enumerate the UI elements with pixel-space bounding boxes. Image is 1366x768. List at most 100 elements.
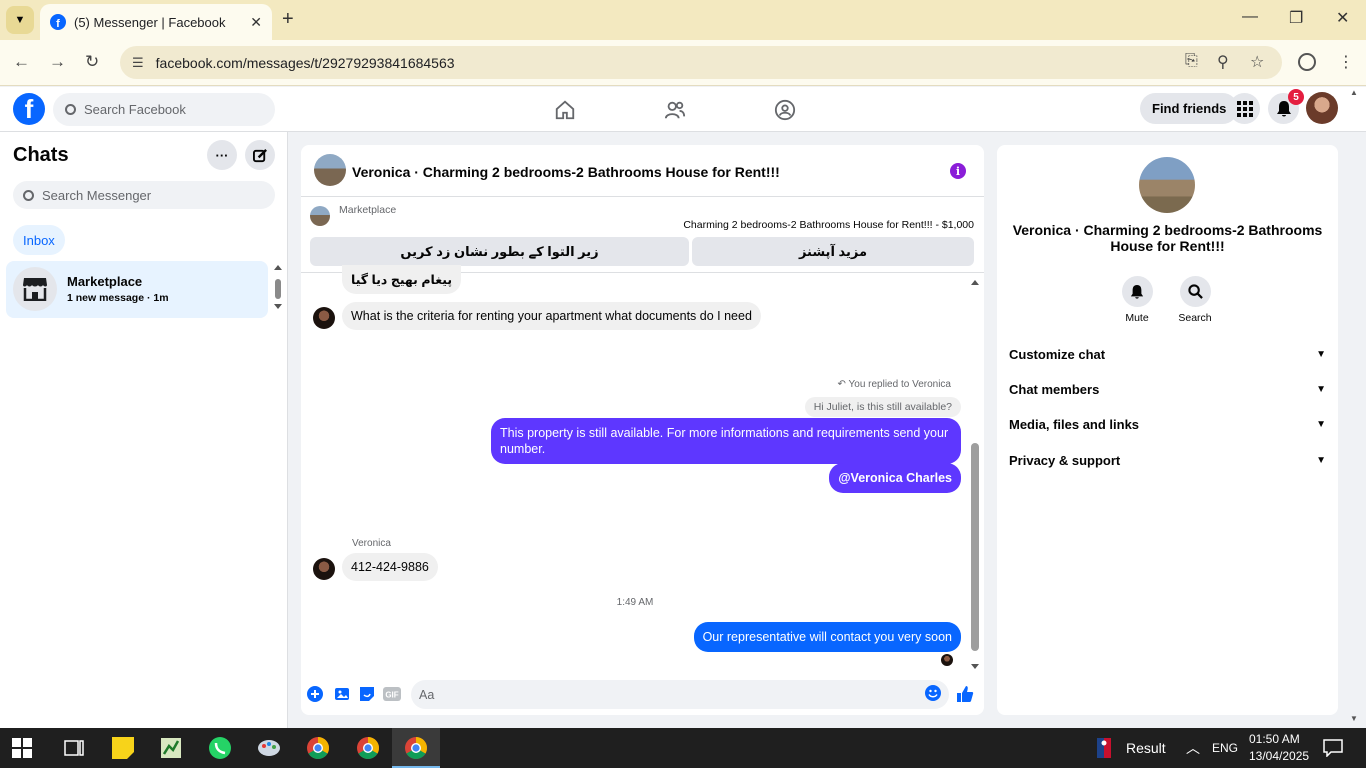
tab-close-icon[interactable]: ✕ xyxy=(250,14,262,31)
groups-icon[interactable] xyxy=(774,99,796,121)
tray-chevron-up-icon[interactable]: ︿ xyxy=(1186,738,1200,758)
section-label: Privacy & support xyxy=(1009,452,1121,468)
notification-center-icon[interactable] xyxy=(1323,739,1343,757)
sticker-icon[interactable] xyxy=(358,685,376,703)
media-files-links-section[interactable]: Media, files and links ▼ xyxy=(1009,414,1326,434)
widget-result-text[interactable]: Result xyxy=(1126,740,1166,756)
chevron-down-icon: ▼ xyxy=(1316,348,1326,360)
menu-grid-icon[interactable] xyxy=(1229,93,1260,124)
more-options-button[interactable]: مزید آپشنز xyxy=(692,237,974,266)
browser-profile-icon[interactable] xyxy=(1298,53,1316,71)
listing-title-price[interactable]: Charming 2 bedrooms-2 Bathrooms House fo… xyxy=(683,219,974,231)
details-avatar[interactable] xyxy=(1139,157,1195,213)
paint-app-icon[interactable] xyxy=(257,736,281,760)
customize-chat-section[interactable]: Customize chat ▼ xyxy=(1009,344,1326,364)
chat-avatar[interactable] xyxy=(314,154,346,186)
tab-search-chevron-icon[interactable]: ▼ xyxy=(6,6,34,34)
install-app-icon[interactable]: ⎘ xyxy=(1185,52,1198,70)
chats-sidebar: Chats ··· Search Messenger Inbox Marketp… xyxy=(0,132,288,728)
chats-scrollbar[interactable] xyxy=(274,265,282,449)
page-scroll-up-icon[interactable]: ▲ xyxy=(1350,88,1358,97)
message-bubble-incoming[interactable]: 412-424-9886 xyxy=(342,553,438,581)
sender-avatar xyxy=(313,558,335,580)
chat-members-section[interactable]: Chat members ▼ xyxy=(1009,379,1326,399)
facebook-favicon-icon: f xyxy=(50,14,66,30)
restore-icon[interactable]: ❐ xyxy=(1289,8,1303,28)
clock-date[interactable]: 13/04/2025 xyxy=(1249,749,1309,763)
new-tab-icon[interactable]: + xyxy=(282,8,294,31)
message-input[interactable]: Aa xyxy=(411,680,949,709)
spreadsheet-app-icon[interactable] xyxy=(159,736,183,760)
mark-as-pending-button[interactable]: زیر التوا کے بطور نشان زد کریں xyxy=(310,237,689,266)
gif-icon[interactable]: GIF xyxy=(383,685,401,703)
mute-button[interactable]: Mute xyxy=(1109,276,1165,324)
home-icon[interactable] xyxy=(554,99,576,121)
replied-label-text: You replied to Veronica xyxy=(848,379,952,390)
windows-start-icon[interactable] xyxy=(12,738,32,758)
message-bubble-incoming[interactable]: پیغام بھیج دیا گیا xyxy=(342,265,462,294)
friends-icon[interactable] xyxy=(664,99,686,121)
message-bubble-outgoing[interactable]: This property is still available. For mo… xyxy=(491,418,961,464)
replied-label: ↶ You replied to Veronica xyxy=(838,379,951,390)
message-bubble-incoming[interactable]: What is the criteria for renting your ap… xyxy=(342,302,761,330)
whatsapp-icon[interactable] xyxy=(208,736,232,760)
inbox-tab[interactable]: Inbox xyxy=(13,225,65,255)
facebook-logo-icon[interactable]: f xyxy=(13,93,45,125)
reply-arrow-icon: ↶ xyxy=(837,379,849,390)
bell-icon xyxy=(1121,276,1153,307)
add-more-icon[interactable] xyxy=(306,685,324,703)
messenger-search-placeholder: Search Messenger xyxy=(42,187,152,203)
message-bubble-outgoing[interactable]: Our representative will contact you very… xyxy=(693,622,961,652)
chevron-down-icon: ▼ xyxy=(1316,383,1326,395)
privacy-support-section[interactable]: Privacy & support ▼ xyxy=(1009,450,1326,470)
svg-text:GIF: GIF xyxy=(385,691,398,700)
url-text: facebook.com/messages/t/2927929384168456… xyxy=(155,54,455,71)
reload-icon[interactable]: ↻ xyxy=(85,52,99,72)
chrome-active-icon[interactable] xyxy=(404,736,428,760)
sticky-notes-icon[interactable] xyxy=(111,736,135,760)
minimize-icon[interactable]: — xyxy=(1242,8,1258,26)
info-icon[interactable]: i xyxy=(950,163,966,179)
chrome-profile-icon[interactable] xyxy=(356,736,380,760)
back-icon[interactable]: ← xyxy=(13,52,30,72)
zoom-icon[interactable]: ⚲ xyxy=(1217,52,1229,72)
message-composer: GIF Aa xyxy=(301,675,984,715)
chrome-icon[interactable] xyxy=(306,736,330,760)
section-label: Customize chat xyxy=(1009,346,1106,362)
account-avatar[interactable] xyxy=(1306,92,1338,124)
window-close-icon[interactable]: ✕ xyxy=(1336,8,1349,28)
message-input-placeholder: Aa xyxy=(419,687,435,702)
search-icon xyxy=(65,104,76,115)
browser-menu-icon[interactable]: ⋮ xyxy=(1338,52,1354,72)
language-indicator[interactable]: ENG xyxy=(1212,741,1238,755)
quoted-message[interactable]: Hi Juliet, is this still available? xyxy=(804,397,961,417)
message-scrollbar[interactable] xyxy=(970,279,980,671)
bookmark-star-icon[interactable]: ☆ xyxy=(1250,52,1264,72)
emoji-icon[interactable] xyxy=(925,685,941,701)
conversation-item[interactable]: Marketplace 1 new message · 1m xyxy=(6,261,268,318)
conversation-subtitle: 1 new message · 1m xyxy=(67,292,169,304)
chat-options-icon[interactable]: ··· xyxy=(207,140,237,170)
page-scroll-down-icon[interactable]: ▼ xyxy=(1350,714,1358,723)
search-conversation-button[interactable]: Search xyxy=(1167,276,1223,324)
outgoing-line: This property is still available. For mo… xyxy=(500,426,949,440)
attach-photo-icon[interactable] xyxy=(333,685,351,703)
forward-icon[interactable]: → xyxy=(49,52,66,72)
nba-logo-icon[interactable] xyxy=(1097,738,1111,758)
browser-tab[interactable]: f (5) Messenger | Facebook ✕ xyxy=(40,4,272,40)
messenger-search-input[interactable]: Search Messenger xyxy=(13,181,275,209)
site-info-icon[interactable]: ☰ xyxy=(132,55,144,71)
message-list: پیغام بھیج دیا گیا What is the criteria … xyxy=(301,265,984,675)
facebook-search-input[interactable]: Search Facebook xyxy=(53,93,275,126)
mention-bubble[interactable]: @Veronica Charles xyxy=(829,463,961,493)
browser-tab-bar: ▼ f (5) Messenger | Facebook ✕ + — ❐ ✕ xyxy=(0,0,1366,40)
new-message-icon[interactable] xyxy=(245,140,275,170)
like-thumb-icon[interactable] xyxy=(956,685,974,703)
task-view-icon[interactable] xyxy=(62,736,86,760)
clock-time[interactable]: 01:50 AM xyxy=(1249,732,1300,746)
address-bar[interactable]: ☰ facebook.com/messages/t/29279293841684… xyxy=(120,46,1282,79)
find-friends-button[interactable]: Find friends xyxy=(1140,93,1239,124)
scrollbar-thumb[interactable] xyxy=(971,443,979,651)
chat-title[interactable]: Veronica · Charming 2 bedrooms-2 Bathroo… xyxy=(352,164,780,180)
search-icon xyxy=(23,189,34,201)
